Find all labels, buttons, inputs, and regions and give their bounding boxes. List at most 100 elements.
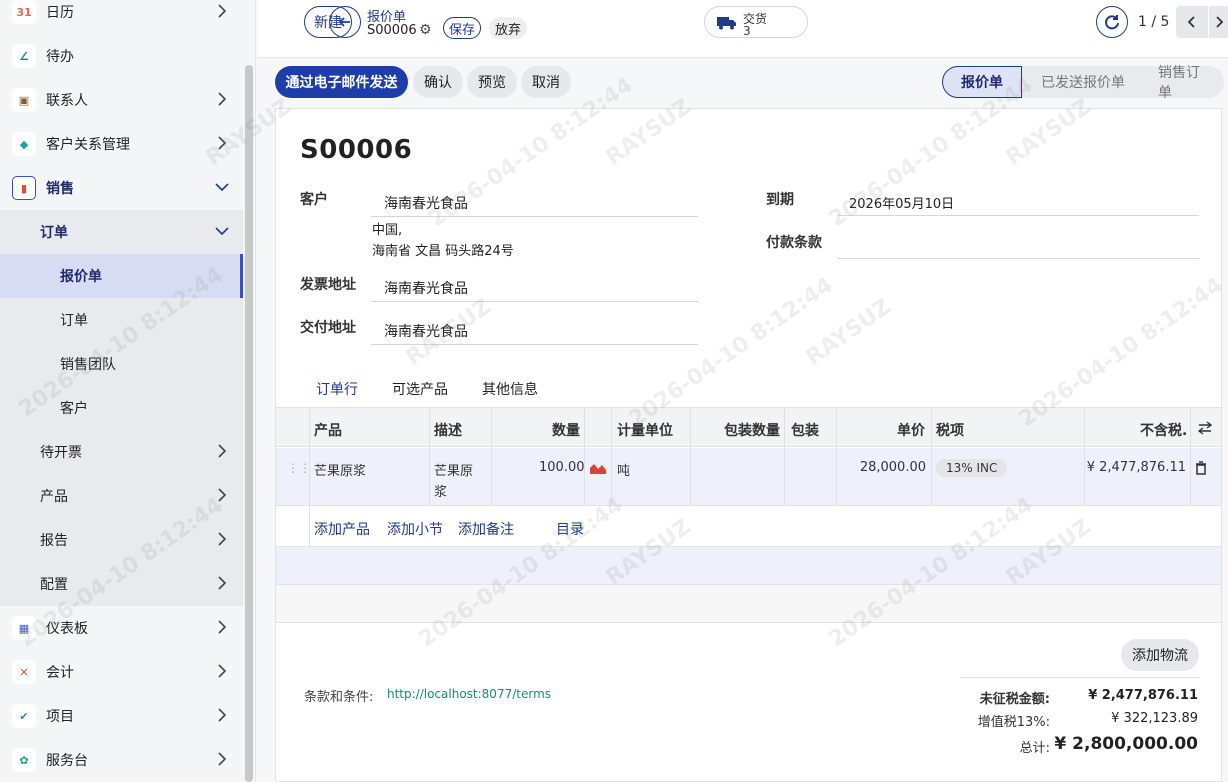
- gear-icon[interactable]: ⚙: [419, 22, 432, 38]
- delivery-address-field[interactable]: 海南春光食品: [384, 321, 468, 341]
- cell-description-2[interactable]: 浆: [434, 481, 447, 500]
- preview-button[interactable]: 预览: [467, 66, 517, 98]
- total-value: ¥ 2,800,000.00: [1054, 734, 1198, 754]
- send-email-button[interactable]: 通过电子邮件发送: [275, 66, 408, 98]
- calendar-icon: 31: [12, 0, 36, 24]
- sidebar-item-label: 仪表板: [46, 621, 88, 637]
- invoice-address-field[interactable]: 海南春光食品: [384, 278, 468, 298]
- col-quantity[interactable]: 数量: [552, 420, 580, 440]
- cell-description-1[interactable]: 芒果原: [434, 460, 473, 479]
- contacts-icon: ▣: [12, 88, 36, 112]
- add-note-link[interactable]: 添加备注: [458, 519, 514, 539]
- chevron-down-icon: [215, 227, 229, 236]
- cell-unit-price[interactable]: 28,000.00: [846, 460, 926, 475]
- sidebar-item-products[interactable]: 产品: [0, 474, 243, 518]
- sidebar-item-to-invoice[interactable]: 待开票: [0, 430, 243, 474]
- sales-icon: ▮: [12, 176, 36, 200]
- sidebar-item-orders[interactable]: 订单: [0, 298, 243, 342]
- forecast-chart-icon[interactable]: [590, 462, 606, 474]
- arrow-left-icon: [338, 17, 350, 27]
- sidebar-scrollbar[interactable]: [245, 65, 253, 782]
- save-button[interactable]: 保存: [443, 17, 481, 39]
- col-taxes[interactable]: 税项: [936, 420, 964, 440]
- cell-product[interactable]: 芒果原浆: [314, 460, 366, 479]
- sidebar-item-customers[interactable]: 客户: [0, 386, 243, 430]
- col-uom[interactable]: 计量单位: [617, 420, 673, 440]
- tax-badge[interactable]: 13% INC: [936, 459, 1008, 477]
- stage-sales-order[interactable]: 销售订单: [1144, 65, 1224, 101]
- chevron-right-icon: [218, 752, 227, 766]
- col-packaging[interactable]: 包装: [791, 420, 819, 440]
- table-header: 产品 描述 数量 计量单位 包装数量 包装 单价 税项 不含税.: [276, 407, 1221, 447]
- stage-quotation-sent[interactable]: 已发送报价单: [1022, 66, 1144, 98]
- sidebar-item-project[interactable]: ✔ 项目: [0, 694, 243, 738]
- customer-field[interactable]: 海南春光食品: [384, 193, 468, 213]
- back-button[interactable]: [329, 6, 361, 38]
- empty-row: [276, 547, 1221, 585]
- address-line-1: 中国,: [372, 223, 403, 238]
- col-unit-price[interactable]: 单价: [897, 420, 925, 440]
- sidebar-item-label: 客户关系管理: [46, 137, 130, 153]
- delivery-address-label: 交付地址: [300, 320, 356, 336]
- add-line-row: 添加产品 添加小节 添加备注 目录: [276, 507, 1221, 547]
- sidebar-item-todo[interactable]: ∠ 待办: [0, 34, 243, 78]
- table-row[interactable]: ⋮⋮ 芒果原浆 芒果原 浆 100.00 吨 28,000.00 13% INC…: [276, 448, 1221, 506]
- trash-icon[interactable]: [1195, 461, 1207, 475]
- sidebar-item-label: 报价单: [60, 269, 102, 285]
- sidebar-item-helpdesk[interactable]: ✿ 服务台: [0, 738, 243, 782]
- chevron-left-icon: [1187, 16, 1195, 28]
- sidebar-item-calendar[interactable]: 31 日历: [0, 0, 243, 34]
- chevron-right-icon: [218, 708, 227, 722]
- tab-order-lines[interactable]: 订单行: [316, 379, 358, 409]
- col-product[interactable]: 产品: [314, 420, 342, 440]
- sidebar-item-sales[interactable]: ▮ 销售: [0, 166, 243, 210]
- sidebar-item-sales-teams[interactable]: 销售团队: [0, 342, 243, 386]
- col-packaging-qty[interactable]: 包装数量: [724, 420, 780, 440]
- tab-optional-products[interactable]: 可选产品: [392, 379, 448, 409]
- refresh-button[interactable]: [1096, 6, 1128, 38]
- customer-label: 客户: [300, 192, 328, 208]
- delivery-smart-button[interactable]: 交货 3: [704, 6, 808, 38]
- cell-uom[interactable]: 吨: [617, 460, 630, 479]
- dashboard-icon: ▦: [12, 616, 36, 640]
- add-shipping-button[interactable]: 添加物流: [1121, 639, 1199, 671]
- sidebar-item-orders-group[interactable]: 订单: [0, 210, 243, 254]
- col-subtotal[interactable]: 不含税.: [1140, 420, 1187, 440]
- discard-button[interactable]: 放弃: [489, 17, 527, 39]
- sidebar-item-contacts[interactable]: ▣ 联系人: [0, 78, 243, 122]
- sidebar-item-reports[interactable]: 报告: [0, 518, 243, 562]
- pager-prev-button[interactable]: [1176, 6, 1208, 38]
- stage-quotation[interactable]: 报价单: [942, 66, 1022, 98]
- optional-columns-icon[interactable]: [1198, 421, 1212, 435]
- refresh-icon: [1105, 15, 1119, 30]
- tab-other-info[interactable]: 其他信息: [482, 379, 538, 409]
- cancel-button[interactable]: 取消: [521, 66, 571, 98]
- sidebar-item-label: 配置: [40, 577, 68, 593]
- due-date-field[interactable]: 2026年05月10日: [849, 193, 954, 212]
- chevron-right-icon: [218, 664, 227, 678]
- terms-label: 条款和条件:: [304, 690, 374, 705]
- sidebar-item-accounting[interactable]: ✕ 会计: [0, 650, 243, 694]
- sidebar-item-crm[interactable]: ◆ 客户关系管理: [0, 122, 243, 166]
- sidebar-item-quotations[interactable]: 报价单: [0, 254, 243, 298]
- drag-handle-icon[interactable]: ⋮⋮: [287, 461, 311, 475]
- sidebar-item-label: 服务台: [46, 753, 88, 769]
- add-product-link[interactable]: 添加产品: [314, 519, 370, 539]
- crm-icon: ◆: [12, 132, 36, 156]
- cell-quantity[interactable]: 100.00: [539, 460, 585, 475]
- sidebar-item-dashboard[interactable]: ▦ 仪表板: [0, 606, 243, 650]
- todo-icon: ∠: [12, 44, 36, 68]
- catalog-link[interactable]: 目录: [556, 519, 584, 539]
- accounting-icon: ✕: [12, 660, 36, 684]
- sidebar-item-label: 项目: [46, 709, 74, 725]
- sidebar-item-label: 日历: [46, 5, 74, 21]
- sidebar-item-label: 报告: [40, 533, 68, 549]
- add-section-link[interactable]: 添加小节: [387, 519, 443, 539]
- pager-next-button[interactable]: [1209, 6, 1228, 38]
- total-label: 总计:: [1019, 741, 1050, 756]
- sidebar-item-label: 订单: [40, 225, 68, 241]
- col-description[interactable]: 描述: [434, 420, 462, 440]
- confirm-button[interactable]: 确认: [413, 66, 463, 98]
- terms-link[interactable]: http://localhost:8077/terms: [387, 687, 551, 701]
- sidebar-item-configuration[interactable]: 配置: [0, 562, 243, 606]
